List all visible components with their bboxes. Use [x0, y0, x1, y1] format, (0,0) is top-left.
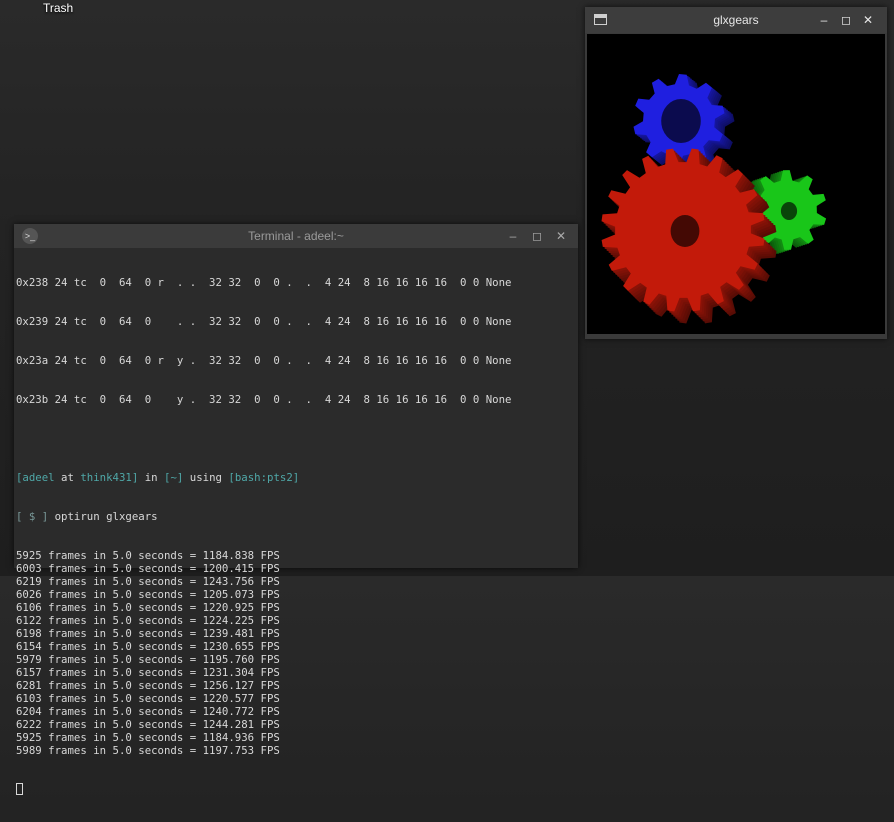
fps-line: 5925 frames in 5.0 seconds = 1184.838 FP…	[16, 549, 280, 562]
close-icon[interactable]: ✕	[552, 227, 570, 245]
command-line: [ $ ] optirun glxgears	[16, 510, 576, 523]
maximize-icon[interactable]: ◻	[837, 11, 855, 29]
terminal-line: 0x239 24 tc 0 64 0 . . 32 32 0 0 . . 4 2…	[16, 315, 512, 328]
fps-line: 6122 frames in 5.0 seconds = 1224.225 FP…	[16, 614, 280, 627]
fps-line: 6219 frames in 5.0 seconds = 1243.756 FP…	[16, 575, 280, 588]
fps-line: 5979 frames in 5.0 seconds = 1195.760 FP…	[16, 653, 280, 666]
prompt-symbol: [ $ ]	[16, 510, 49, 523]
close-icon[interactable]: ✕	[859, 11, 877, 29]
glxgears-titlebar[interactable]: glxgears – ◻ ✕	[585, 7, 887, 33]
minimize-icon[interactable]: –	[815, 11, 833, 29]
prompt-line: [adeel at think431] in [~] using [bash:p…	[16, 471, 576, 484]
terminal-titlebar[interactable]: >_ Terminal - adeel:~ – ◻ ✕	[14, 224, 578, 248]
prompt-host: think431]	[80, 471, 139, 484]
fps-line: 6198 frames in 5.0 seconds = 1239.481 FP…	[16, 627, 280, 640]
terminal-line: 0x23b 24 tc 0 64 0 y . 32 32 0 0 . . 4 2…	[16, 393, 512, 406]
fps-line: 6281 frames in 5.0 seconds = 1256.127 FP…	[16, 679, 280, 692]
gear-hole	[661, 99, 701, 143]
red-gear	[601, 148, 777, 324]
fps-line: 6154 frames in 5.0 seconds = 1230.655 FP…	[16, 640, 280, 653]
prompt-shell: [bash:pts2]	[228, 471, 300, 484]
fps-line: 5925 frames in 5.0 seconds = 1184.936 FP…	[16, 731, 280, 744]
maximize-icon[interactable]: ◻	[528, 227, 546, 245]
terminal-window: >_ Terminal - adeel:~ – ◻ ✕ 0x238 24 tc …	[14, 224, 578, 795]
prompt-at: at	[61, 471, 74, 484]
fps-output: 5925 frames in 5.0 seconds = 1184.838 FP…	[16, 549, 576, 757]
fps-line: 6157 frames in 5.0 seconds = 1231.304 FP…	[16, 666, 280, 679]
fps-line: 6222 frames in 5.0 seconds = 1244.281 FP…	[16, 718, 280, 731]
gears-scene	[601, 74, 827, 324]
prompt-user: [adeel	[16, 471, 55, 484]
desktop-trash-label[interactable]: Trash	[43, 1, 73, 15]
terminal-window-title: Terminal - adeel:~	[248, 229, 344, 243]
prompt-in: in	[144, 471, 158, 484]
gear-hole	[670, 215, 700, 247]
fps-line: 5989 frames in 5.0 seconds = 1197.753 FP…	[16, 744, 280, 757]
minimize-icon[interactable]: –	[504, 227, 522, 245]
command-text: optirun glxgears	[54, 510, 158, 523]
terminal-line: 0x238 24 tc 0 64 0 r . . 32 32 0 0 . . 4…	[16, 276, 512, 289]
gear-hole	[780, 202, 798, 220]
glxgears-render-area[interactable]	[587, 34, 885, 334]
fps-line: 6204 frames in 5.0 seconds = 1240.772 FP…	[16, 705, 280, 718]
fps-line: 6106 frames in 5.0 seconds = 1220.925 FP…	[16, 601, 280, 614]
fps-line: 6026 frames in 5.0 seconds = 1205.073 FP…	[16, 588, 280, 601]
prompt-dir: [~]	[164, 471, 184, 484]
fps-line: 6103 frames in 5.0 seconds = 1220.577 FP…	[16, 692, 280, 705]
glxgears-window: glxgears – ◻ ✕	[585, 7, 887, 339]
fps-line: 6003 frames in 5.0 seconds = 1200.415 FP…	[16, 562, 280, 575]
prompt-using: using	[189, 471, 222, 484]
terminal-output[interactable]: 0x238 24 tc 0 64 0 r . . 32 32 0 0 . . 4…	[16, 250, 576, 795]
text-cursor	[16, 783, 23, 795]
cursor-line	[16, 783, 576, 796]
terminal-line: 0x23a 24 tc 0 64 0 r y . 32 32 0 0 . . 4…	[16, 354, 512, 367]
